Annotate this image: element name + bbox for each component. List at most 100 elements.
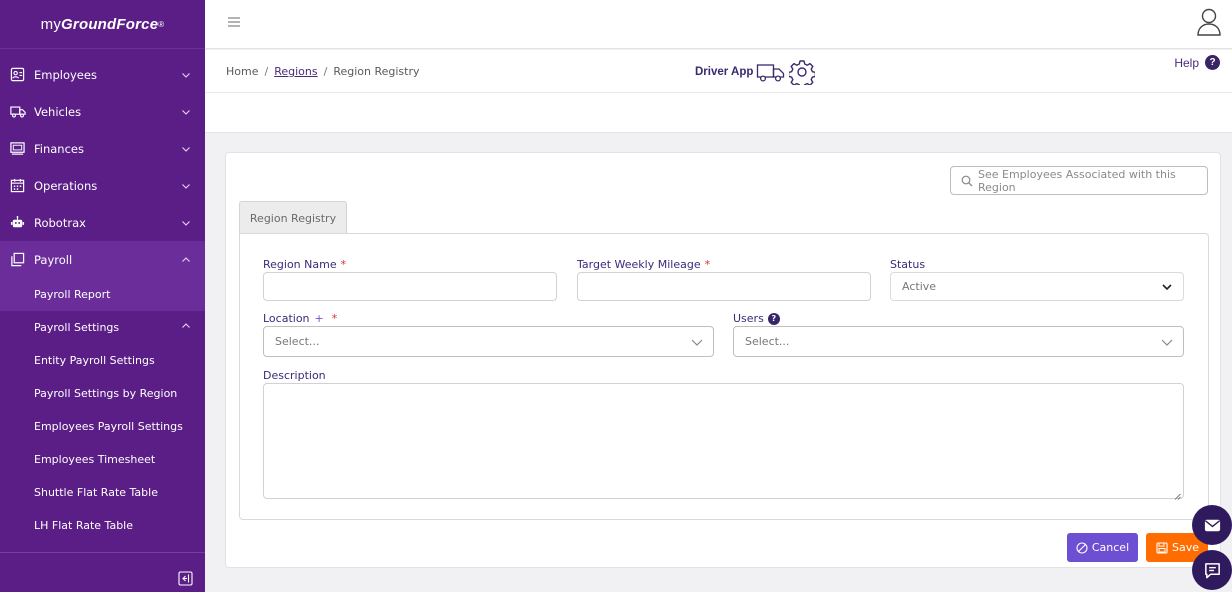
location-select[interactable]: Select... [263,326,714,357]
operations-icon [9,177,26,194]
payroll-icon [9,251,26,268]
chevron-down-icon [181,218,191,228]
collapse-sidebar-icon[interactable] [178,571,193,586]
sidebar-item-payroll-settings[interactable]: Payroll Settings [0,311,205,344]
sidebar-item-label: Shuttle Flat Rate Table [34,486,158,499]
brand-logo[interactable]: my GroundForce ® [0,0,205,49]
sidebar-item-employees-timesheet[interactable]: Employees Timesheet [0,443,205,476]
sidebar-item-label: Robotrax [34,215,86,230]
see-employees-label: See Employees Associated with this Regio… [978,167,1176,194]
sidebar-item-label: Finances [34,141,84,156]
sidebar-item-employees-payroll-settings[interactable]: Employees Payroll Settings [0,410,205,443]
target-weekly-mileage-input[interactable] [577,272,871,301]
sidebar-item-label: Vehicles [34,104,82,119]
sidebar-item-vehicles[interactable]: Vehicles [0,93,205,130]
tab-label: Region Registry [249,211,337,225]
employees-icon [9,66,26,83]
label-text: Location [263,312,310,325]
tab-region-registry[interactable]: Region Registry [239,201,347,234]
mail-icon [1204,519,1220,531]
brand-prefix: my [40,15,62,33]
label-text: Status [890,258,926,271]
sidebar-item-label: LH Flat Rate Table [34,519,133,532]
label-text: Description [263,369,326,382]
region-name-input[interactable] [263,272,557,301]
payroll-submenu: Payroll Report Payroll Settings Entity P… [0,278,205,542]
chevron-down-icon [181,107,191,117]
save-label: Save [1172,541,1200,554]
chevron-down-icon [1161,337,1173,347]
breadcrumb-current: Region Registry [333,65,420,78]
label-text: Region Name [263,258,337,271]
sidebar-item-employees[interactable]: Employees [0,56,205,93]
message-fab[interactable] [1192,505,1232,545]
sidebar-item-label: Payroll Report [34,288,111,301]
breadcrumb-bar: Home / Regions / Region Registry Driver App … [205,50,1232,93]
user-profile-icon[interactable] [1196,7,1222,37]
add-location-icon[interactable]: + [315,312,324,325]
cancel-label: Cancel [1091,541,1130,554]
sidebar-item-operations[interactable]: Operations [0,167,205,204]
required-mark: * [331,312,338,325]
sidebar-item-payroll-settings-by-region[interactable]: Payroll Settings by Region [0,377,205,410]
finances-icon [9,140,26,157]
sidebar-footer [0,552,205,592]
users-select[interactable]: Select... [733,326,1184,357]
vehicles-icon [9,103,26,120]
chevron-up-icon [181,255,191,265]
sidebar-item-shuttle-flat-rate-table[interactable]: Shuttle Flat Rate Table [0,476,205,509]
location-label: Location + * [263,312,337,325]
breadcrumb-separator: / [264,65,269,78]
chevron-down-icon [181,181,191,191]
region-name-label: Region Name * [263,258,346,271]
sidebar-item-label: Employees Payroll Settings [34,420,183,433]
label-text: Target Weekly Mileage [577,258,701,271]
chevron-down-icon [691,337,703,347]
sidebar-item-lh-flat-rate-table[interactable]: LH Flat Rate Table [0,509,205,542]
label-text: Users [733,312,764,325]
sidebar: my GroundForce ® Employees Vehicles Financ… [0,0,205,592]
status-select[interactable]: Active [890,272,1184,301]
breadcrumb-home[interactable]: Home [226,65,258,78]
description-textarea[interactable] [263,383,1184,500]
sidebar-item-label: Payroll Settings [34,321,120,334]
users-placeholder: Select... [745,335,790,348]
sidebar-item-label: Employees [34,67,97,82]
resize-handle-icon[interactable] [1174,489,1181,500]
sidebar-item-robotrax[interactable]: Robotrax [0,204,205,241]
status-label: Status [890,258,925,271]
search-icon [961,175,973,187]
brand-mark: ® [158,19,165,29]
form-panel: Region Name * Target Weekly Mileage * Stat… [239,233,1209,520]
help-icon: ? [1205,55,1220,70]
chevron-down-icon [1161,282,1173,292]
sidebar-item-label: Operations [34,178,98,193]
breadcrumb-regions-link[interactable]: Regions [274,65,317,78]
see-employees-button[interactable]: See Employees Associated with this Regio… [950,166,1208,195]
sidebar-item-payroll-report[interactable]: Payroll Report [0,278,205,311]
sidebar-nav: Employees Vehicles Finances Operations R… [0,56,205,542]
required-mark: * [704,258,711,271]
sidebar-item-label: Payroll [34,252,73,267]
sidebar-item-payroll[interactable]: Payroll [0,241,205,278]
gear-icon[interactable] [788,59,817,89]
breadcrumb-separator: / [323,65,328,78]
sidebar-item-label: Entity Payroll Settings [34,354,155,367]
sidebar-item-label: Employees Timesheet [34,453,156,466]
truck-icon [756,60,786,84]
chat-icon [1204,562,1220,578]
chat-fab[interactable] [1192,550,1232,590]
brand-name: GroundForce [61,15,159,33]
driver-app-label: Driver App [695,66,754,78]
sidebar-item-finances[interactable]: Finances [0,130,205,167]
status-value: Active [902,280,937,293]
sidebar-item-entity-payroll-settings[interactable]: Entity Payroll Settings [0,344,205,377]
menu-icon[interactable] [227,15,241,29]
chevron-down-icon [181,144,191,154]
help-label: Help [1174,55,1199,70]
driver-app-link[interactable]: Driver App [695,59,817,89]
help-link[interactable]: Help ? [1174,55,1220,70]
cancel-button[interactable]: Cancel [1067,533,1138,562]
save-icon [1156,541,1168,554]
info-icon[interactable]: ? [767,312,780,325]
